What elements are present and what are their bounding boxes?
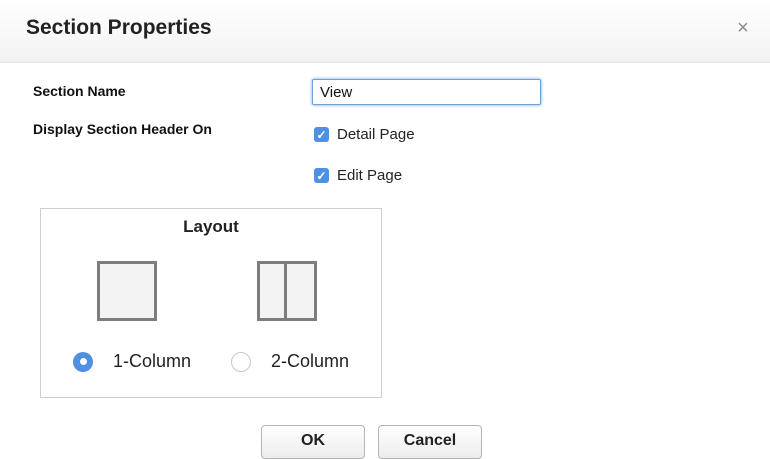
edit-page-label: Edit Page	[337, 167, 403, 184]
dialog-header: Section Properties ×	[0, 0, 770, 63]
one-column-icon[interactable]	[97, 261, 157, 321]
layout-title: Layout	[183, 217, 239, 236]
one-column-radio[interactable]	[73, 351, 93, 372]
dialog-title: Section Properties	[26, 16, 212, 39]
ok-button[interactable]: OK	[261, 425, 365, 459]
column-divider	[284, 264, 287, 318]
cancel-button[interactable]: Cancel	[378, 425, 482, 459]
layout-panel: Layout 1-Column 2-Column	[40, 208, 382, 398]
display-header-label: Display Section Header On	[33, 121, 212, 137]
edit-page-checkbox[interactable]: ✓	[314, 168, 329, 183]
close-icon[interactable]: ×	[734, 18, 752, 38]
two-column-icon[interactable]	[257, 261, 317, 321]
one-column-label: 1-Column	[113, 351, 192, 371]
section-name-input[interactable]	[312, 79, 541, 105]
two-column-radio[interactable]	[231, 351, 251, 372]
two-column-option[interactable]: 2-Column	[231, 351, 349, 372]
detail-page-option[interactable]: ✓ Detail Page	[314, 126, 415, 143]
section-properties-dialog: Section Properties × Section Name Displa…	[0, 0, 770, 459]
radio-dot	[79, 358, 87, 365]
one-column-option[interactable]: 1-Column	[73, 351, 191, 372]
edit-page-option[interactable]: ✓ Edit Page	[314, 167, 402, 184]
two-column-label: 2-Column	[271, 351, 350, 371]
section-name-label: Section Name	[33, 83, 126, 99]
detail-page-label: Detail Page	[337, 126, 415, 143]
detail-page-checkbox[interactable]: ✓	[314, 127, 329, 142]
